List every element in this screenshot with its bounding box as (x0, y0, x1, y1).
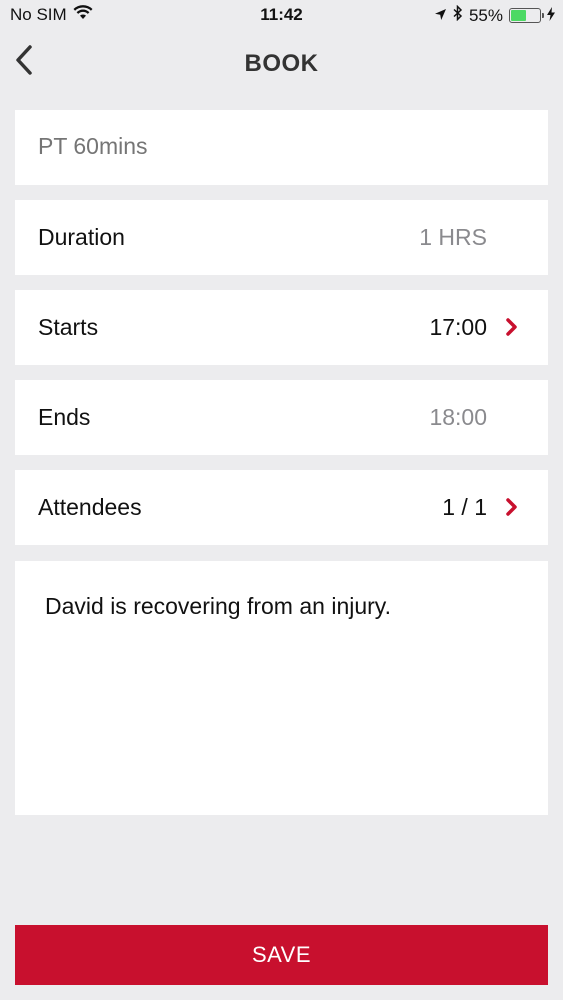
battery-percent: 55% (468, 5, 503, 25)
notes-text: David is recovering from an injury. (45, 593, 391, 619)
attendees-row[interactable]: Attendees 1 / 1 (15, 470, 548, 545)
attendees-value: 1 / 1 (442, 494, 487, 520)
battery-fill (511, 10, 526, 21)
status-bar: No SIM 11:42 55% (0, 0, 563, 32)
notes-field[interactable]: David is recovering from an injury. (15, 561, 548, 815)
starts-value: 17:00 (429, 314, 487, 340)
title-card (15, 110, 548, 185)
duration-label: Duration (38, 224, 125, 250)
booking-title-input[interactable] (38, 133, 518, 160)
location-arrow-icon (434, 6, 447, 26)
attendees-label: Attendees (38, 494, 142, 520)
ends-value: 18:00 (429, 404, 487, 430)
save-button[interactable]: SAVE (15, 925, 548, 985)
ends-row: Ends 18:00 (15, 380, 548, 455)
chevron-right-icon (505, 317, 519, 337)
page-title: BOOK (244, 50, 319, 77)
nav-bar: BOOK (0, 32, 563, 96)
charging-bolt-icon (547, 6, 555, 26)
duration-value: 1 HRS (419, 224, 487, 250)
starts-label: Starts (38, 314, 99, 340)
ends-label: Ends (38, 404, 91, 430)
battery-icon (509, 8, 544, 23)
starts-row[interactable]: Starts 17:00 (15, 290, 548, 365)
status-right: 55% (434, 4, 555, 26)
duration-row: Duration 1 HRS (15, 200, 548, 275)
bluetooth-icon (453, 4, 463, 26)
chevron-right-icon (505, 497, 519, 517)
